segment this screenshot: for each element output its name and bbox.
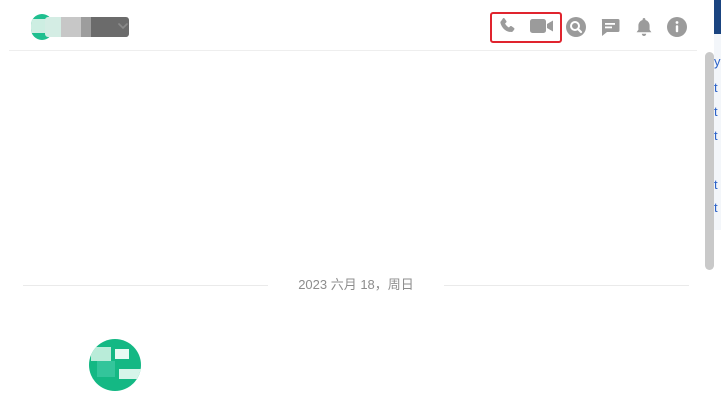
date-separator: 2023 六月 18，周日 xyxy=(23,277,689,293)
sender-avatar[interactable] xyxy=(89,339,141,391)
info-icon[interactable] xyxy=(666,16,688,38)
chat-panel: 2023 六月 18，周日 xyxy=(9,0,697,404)
side-panel-gap xyxy=(714,230,721,275)
room-header xyxy=(9,0,697,51)
separator-line-left xyxy=(23,285,268,286)
chevron-down-icon[interactable] xyxy=(116,19,130,33)
separator-line-right xyxy=(444,285,689,286)
call-buttons-highlight xyxy=(490,12,562,43)
date-separator-label: 2023 六月 18，周日 xyxy=(298,277,414,292)
side-link-char[interactable]: y xyxy=(714,55,721,69)
bell-icon[interactable] xyxy=(633,16,655,38)
side-panel-header xyxy=(714,0,721,34)
side-link-char[interactable]: t xyxy=(714,81,721,95)
message-icon[interactable] xyxy=(599,16,621,38)
message-timeline: 2023 六月 18，周日 xyxy=(9,51,697,404)
side-panel-clipped: y t t t t t xyxy=(714,34,721,230)
side-link-char[interactable]: t xyxy=(714,129,721,143)
search-icon[interactable] xyxy=(565,16,587,38)
side-link-char[interactable]: t xyxy=(714,178,721,192)
side-link-char[interactable]: t xyxy=(714,201,721,215)
side-link-char[interactable]: t xyxy=(714,105,721,119)
timeline-scrollbar[interactable] xyxy=(705,52,714,270)
